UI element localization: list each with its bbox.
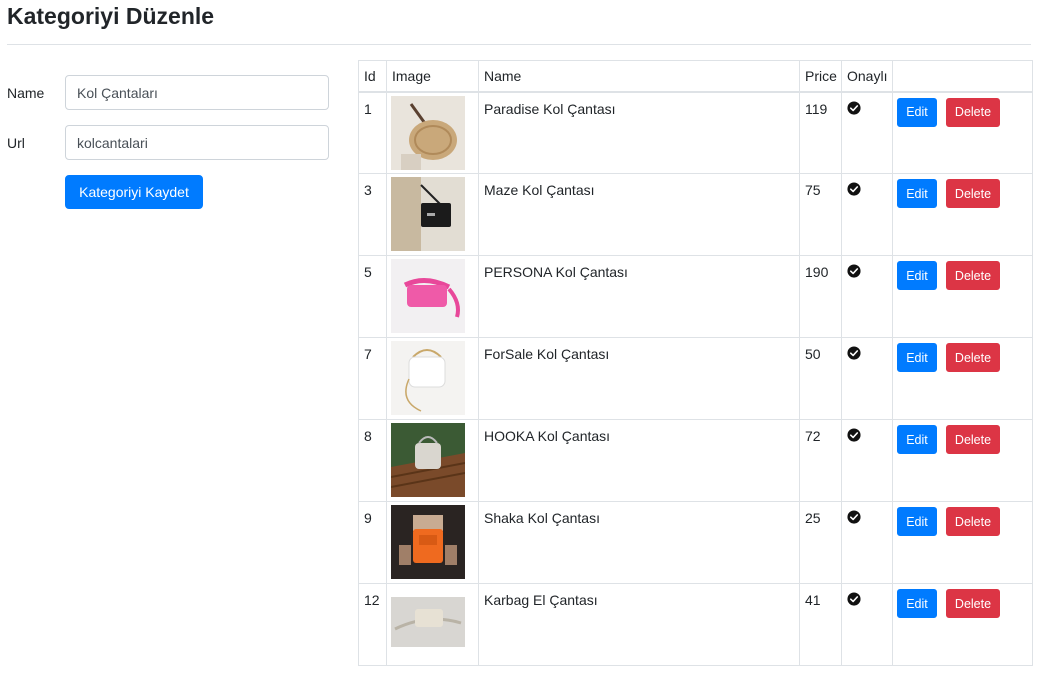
header-image: Image <box>386 60 479 93</box>
row-name: Paradise Kol Çantası <box>478 91 800 174</box>
header-approved: Onaylı <box>841 60 893 93</box>
row-price: 41 <box>799 583 842 666</box>
product-image <box>391 259 474 333</box>
table-row: 12 Karbag El Çantası 41 Edit Delete <box>358 583 1033 666</box>
row-approved <box>841 419 893 502</box>
row-price: 119 <box>799 91 842 174</box>
table-row: 3 Maze Kol Çantası 75 Edit Delete <box>358 173 1033 256</box>
row-image <box>386 583 479 666</box>
delete-button[interactable]: Delete <box>946 507 1000 536</box>
row-image <box>386 173 479 256</box>
row-actions: Edit Delete <box>892 255 1033 338</box>
delete-button[interactable]: Delete <box>946 425 1000 454</box>
header-price: Price <box>799 60 842 93</box>
row-id: 7 <box>358 337 387 420</box>
row-image <box>386 501 479 584</box>
edit-button[interactable]: Edit <box>897 425 937 454</box>
row-approved <box>841 337 893 420</box>
edit-button[interactable]: Edit <box>897 589 937 618</box>
row-image <box>386 91 479 174</box>
delete-button[interactable]: Delete <box>946 97 1000 127</box>
row-actions: Edit Delete <box>892 583 1033 666</box>
row-approved <box>841 583 893 666</box>
delete-button[interactable]: Delete <box>946 589 1000 618</box>
name-input[interactable] <box>65 75 329 110</box>
title-divider <box>7 44 1031 45</box>
row-actions: Edit Delete <box>892 337 1033 420</box>
edit-button[interactable]: Edit <box>897 507 937 536</box>
delete-button[interactable]: Delete <box>946 343 1000 372</box>
row-approved <box>841 91 893 174</box>
row-approved <box>841 255 893 338</box>
row-name: ForSale Kol Çantası <box>478 337 800 420</box>
row-id: 8 <box>358 419 387 502</box>
check-circle-icon <box>847 428 861 442</box>
row-name: Shaka Kol Çantası <box>478 501 800 584</box>
row-image <box>386 337 479 420</box>
table-row: 8 HOOKA Kol Çantası 72 Edit Delete <box>358 419 1033 502</box>
check-circle-icon <box>847 592 861 606</box>
table-row: 9 Shaka Kol Çantası 25 Edit Delete <box>358 501 1033 584</box>
row-price: 72 <box>799 419 842 502</box>
table-row: 5 PERSONA Kol Çantası 190 Edit Delete <box>358 255 1033 338</box>
row-id: 12 <box>358 583 387 666</box>
row-name: Karbag El Çantası <box>478 583 800 666</box>
row-price: 75 <box>799 173 842 256</box>
products-table: Id Image Name Price Onaylı 1 Paradise Kol… <box>358 60 1033 666</box>
product-image <box>391 505 474 579</box>
row-name: HOOKA Kol Çantası <box>478 419 800 502</box>
edit-button[interactable]: Edit <box>897 97 937 127</box>
url-input[interactable] <box>65 125 329 160</box>
row-actions: Edit Delete <box>892 173 1033 256</box>
row-image <box>386 419 479 502</box>
save-category-button[interactable]: Kategoriyi Kaydet <box>65 175 203 209</box>
row-actions: Edit Delete <box>892 501 1033 584</box>
delete-button[interactable]: Delete <box>946 179 1000 208</box>
product-image <box>391 341 474 415</box>
row-actions: Edit Delete <box>892 419 1033 502</box>
row-price: 50 <box>799 337 842 420</box>
products-table-wrapper: Id Image Name Price Onaylı 1 Paradise Kol… <box>358 60 1033 666</box>
row-name: PERSONA Kol Çantası <box>478 255 800 338</box>
row-price: 190 <box>799 255 842 338</box>
delete-button[interactable]: Delete <box>946 261 1000 290</box>
check-circle-icon <box>847 264 861 278</box>
edit-button[interactable]: Edit <box>897 343 937 372</box>
name-label: Name <box>7 85 45 101</box>
edit-button[interactable]: Edit <box>897 261 937 290</box>
product-image <box>391 95 474 170</box>
page-title: Kategoriyi Düzenle <box>7 3 215 29</box>
row-name: Maze Kol Çantası <box>478 173 800 256</box>
header-name: Name <box>478 60 800 93</box>
check-circle-icon <box>847 510 861 524</box>
header-actions <box>892 60 1033 93</box>
table-header-row: Id Image Name Price Onaylı <box>358 60 1033 93</box>
check-circle-icon <box>847 346 861 360</box>
table-row: 7 ForSale Kol Çantası 50 Edit Delete <box>358 337 1033 420</box>
row-actions: Edit Delete <box>892 91 1033 174</box>
check-circle-icon <box>847 182 861 196</box>
edit-button[interactable]: Edit <box>897 179 937 208</box>
row-id: 1 <box>358 91 387 174</box>
row-id: 9 <box>358 501 387 584</box>
row-approved <box>841 501 893 584</box>
row-image <box>386 255 479 338</box>
row-id: 5 <box>358 255 387 338</box>
check-circle-icon <box>847 100 861 115</box>
product-image <box>391 587 474 661</box>
product-image <box>391 423 474 497</box>
row-approved <box>841 173 893 256</box>
table-row: 1 Paradise Kol Çantası 119 Edit Delete <box>358 91 1033 174</box>
url-label: Url <box>7 135 25 151</box>
row-price: 25 <box>799 501 842 584</box>
header-id: Id <box>358 60 387 93</box>
row-id: 3 <box>358 173 387 256</box>
product-image <box>391 177 474 251</box>
